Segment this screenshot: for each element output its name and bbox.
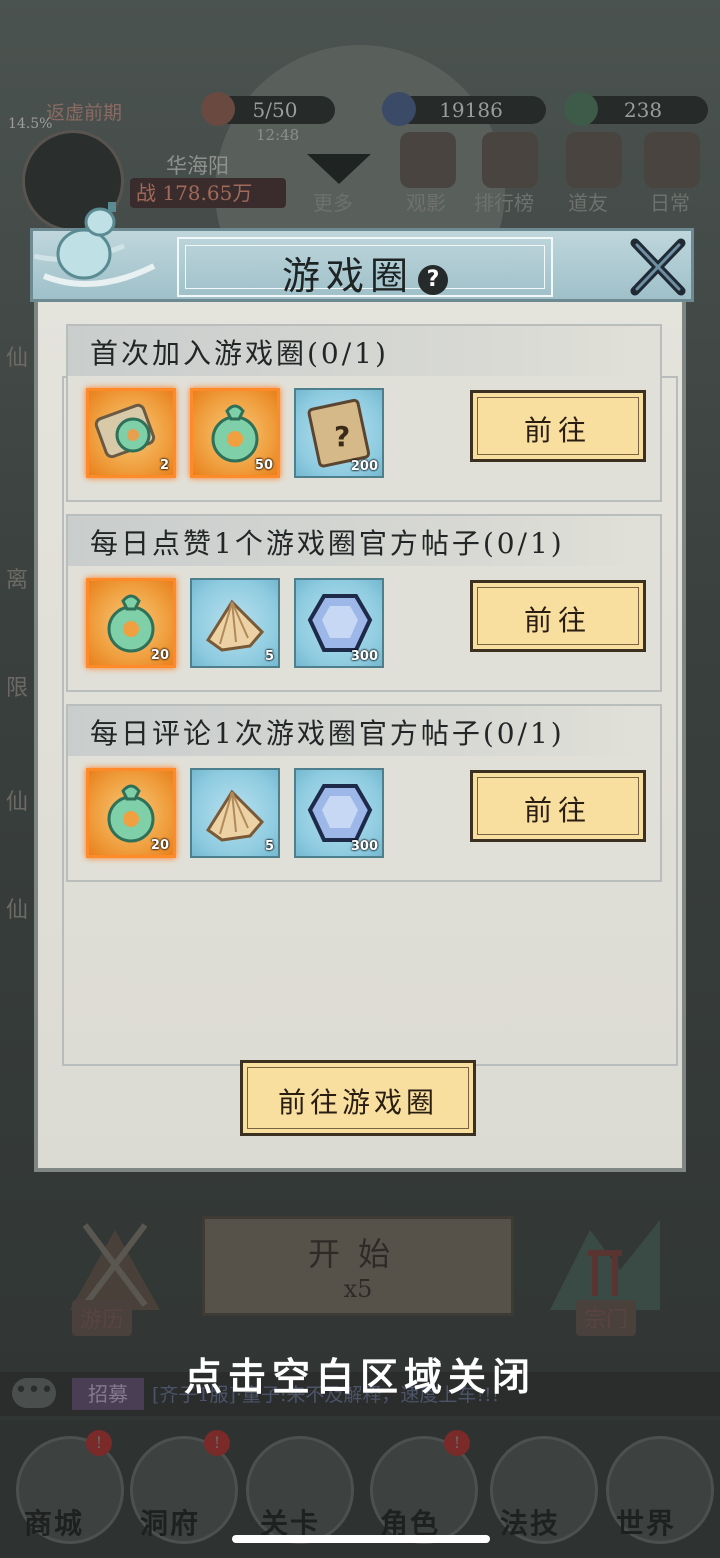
task-title: 每日评论1次游戏圈官方帖子(0/1) (90, 717, 565, 750)
peach-icon (201, 92, 235, 126)
reward-qty: 20 (150, 838, 169, 853)
top-icon-label: 道友 (568, 191, 608, 215)
stamina-value: 5/50 (252, 98, 298, 122)
gem-value: 19186 (439, 98, 503, 122)
go-to-game-circle-button[interactable]: 前往游戏圈 (240, 1060, 476, 1136)
go-button-label: 前往 (523, 414, 592, 447)
home-indicator[interactable] (232, 1535, 490, 1543)
nav-label: 商城 (24, 1507, 85, 1540)
start-button[interactable]: 开始 x5 (202, 1216, 514, 1316)
gourd-decoration-icon (34, 202, 156, 287)
reward-qty: 300 (350, 649, 378, 664)
player-name: 华海阳 (166, 154, 229, 178)
stamina-counter[interactable]: 5/50 (201, 92, 335, 126)
notification-badge: ! (204, 1430, 230, 1456)
nav-label: 洞府 (140, 1507, 201, 1540)
reward-slot[interactable]: 300 (294, 768, 384, 858)
top-icon-label: 排行榜 (474, 191, 534, 215)
reward-slot[interactable]: 300 (294, 578, 384, 668)
task-card: 首次加入游戏圈(0/1) 2 50 ? 200 前往 (66, 324, 662, 502)
start-cost: x5 (343, 1275, 373, 1303)
jade-counter[interactable]: 238 (564, 92, 708, 126)
reward-qty: 50 (254, 458, 273, 473)
realm-label: 返虚前期 (46, 102, 123, 124)
realm-progress: 14.5% (8, 116, 53, 132)
gem-counter[interactable]: 19186 (382, 92, 546, 126)
side-label: 离 (6, 568, 29, 593)
reward-slot[interactable]: 20 (86, 768, 176, 858)
dialog-title-text: 游戏圈 (281, 254, 414, 298)
close-hint[interactable]: 点击空白区域关闭 (0, 1346, 720, 1401)
reward-qty: 5 (264, 839, 274, 854)
reward-slot[interactable]: 5 (190, 578, 280, 668)
friends-icon[interactable] (566, 132, 622, 188)
close-icon[interactable] (625, 235, 691, 301)
sect-label: 宗门 (576, 1300, 637, 1336)
task-card: 每日评论1次游戏圈官方帖子(0/1) 20 5 300 前往 (66, 704, 662, 882)
daily-icon[interactable] (644, 132, 700, 188)
side-label: 仙 (6, 790, 29, 815)
reward-qty: 5 (264, 649, 274, 664)
ranking-icon[interactable] (482, 132, 538, 188)
help-icon[interactable]: ? (418, 264, 448, 295)
reward-slot[interactable]: 20 (86, 578, 176, 668)
go-to-game-circle-label: 前往游戏圈 (277, 1086, 438, 1119)
travel-label: 游历 (72, 1300, 133, 1336)
top-icon-label: 日常 (650, 191, 690, 215)
jade-value: 238 (623, 98, 663, 122)
task-card: 每日点赞1个游戏圈官方帖子(0/1) 20 5 300 前往 (66, 514, 662, 692)
reward-qty: 2 (159, 458, 169, 473)
start-label: 开始 (307, 1235, 408, 1273)
nav-label: 世界 (616, 1507, 677, 1540)
svg-text:?: ? (334, 420, 350, 453)
reward-qty: 20 (150, 648, 169, 663)
reward-slot[interactable]: 5 (190, 768, 280, 858)
reward-qty: 200 (350, 459, 378, 474)
side-label: 仙 (6, 898, 29, 923)
notification-badge: ! (444, 1430, 470, 1456)
side-label: 仙 (6, 346, 29, 371)
reward-slot[interactable]: ? 200 (294, 388, 384, 478)
gem-icon (382, 92, 416, 126)
reward-slot[interactable]: 50 (190, 388, 280, 478)
reward-qty: 300 (350, 839, 378, 854)
more-label[interactable]: 更多 (313, 187, 353, 216)
nav-label: 法技 (500, 1507, 561, 1540)
top-icon-label: 观影 (406, 191, 446, 215)
task-title: 首次加入游戏圈(0/1) (90, 337, 389, 370)
game-circle-dialog: 游戏圈? 首次加入游戏圈(0/1) 2 50 ? 200 前往 每日点赞1个游戏… (30, 202, 694, 1174)
go-button-label: 前往 (523, 604, 592, 637)
notification-badge: ! (86, 1430, 112, 1456)
more-arrow-icon[interactable] (307, 154, 371, 184)
theater-icon[interactable] (400, 132, 456, 188)
stamina-timer: 12:48 (256, 126, 300, 144)
go-button-label: 前往 (523, 794, 592, 827)
go-button[interactable]: 前往 (470, 390, 646, 462)
jade-icon (564, 92, 598, 126)
reward-slot[interactable]: 2 (86, 388, 176, 478)
side-label: 限 (6, 676, 29, 701)
task-title: 每日点赞1个游戏圈官方帖子(0/1) (90, 527, 565, 560)
go-button[interactable]: 前往 (470, 770, 646, 842)
go-button[interactable]: 前往 (470, 580, 646, 652)
